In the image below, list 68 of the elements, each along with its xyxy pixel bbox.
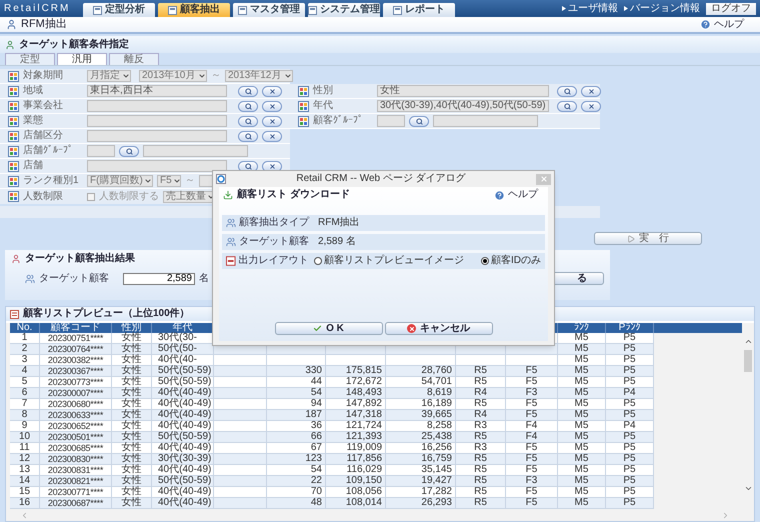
condition-tab[interactable]: 離反 (109, 53, 159, 65)
field-label: 店舗ｸﾞﾙｰﾌﾟ (23, 146, 74, 156)
condition-tab[interactable]: 定型 (5, 53, 55, 65)
table-cell: M5 (558, 498, 606, 509)
dialog-title: Retail CRM -- Web ページ ダイアログ (295, 174, 467, 184)
field-label: 性別 (313, 86, 334, 96)
text-field[interactable]: 東日本,西日本 (87, 85, 227, 97)
field-value: 2,589 名 (318, 237, 356, 247)
count-field[interactable]: 2,589 (123, 272, 195, 284)
nav-tab[interactable]: レポート (383, 3, 455, 17)
ok-button[interactable]: O K (274, 322, 382, 335)
select-field[interactable]: 月指定 (87, 70, 131, 82)
app-logo: RetailCRM (3, 2, 72, 16)
field-label: ターゲット顧客 (239, 237, 310, 247)
section-title: ターゲット顧客抽出結果 (25, 254, 135, 264)
field-label: ランク種別1 (23, 176, 80, 186)
select-field[interactable]: 売上数量 (163, 190, 213, 202)
field-label: 顧客抽出タイプ (239, 218, 310, 228)
condition-tab[interactable]: 汎用 (57, 53, 107, 65)
nav-tab[interactable]: 顧客抽出 (158, 3, 230, 17)
page-title: RFM抽出 (21, 19, 67, 30)
dialog-heading: 顧客リスト ダウンロード (237, 190, 350, 200)
nav-tab[interactable]: マスタ管理 (233, 3, 305, 17)
header-link[interactable]: ユーザ情報 (568, 4, 618, 14)
table-cell: 26,293 (386, 498, 456, 509)
radio-label: 顧客IDのみ (491, 256, 541, 266)
tilde-text: ～ (211, 71, 221, 81)
table-cell: 108,014 (326, 498, 386, 509)
table-cell: 48 (267, 498, 326, 509)
help-link[interactable]: ヘルプ (714, 20, 744, 30)
run-button[interactable]: 実 行 (594, 232, 702, 245)
logout-button[interactable]: ログオフ (706, 2, 756, 14)
radio-label: 顧客リストプレビューイメージ (324, 256, 464, 266)
table-cell: 女性 (112, 498, 152, 509)
field-label: 事業会社 (23, 101, 64, 111)
text-field[interactable]: 女性 (377, 85, 549, 97)
select-field[interactable]: F(購買回数) (87, 175, 153, 187)
field-label: 対象期間 (23, 71, 64, 81)
unit-text: 名 (199, 274, 209, 284)
field-label: 業態 (23, 116, 44, 126)
field-label: 店舗 (23, 161, 44, 171)
section-title: 顧客リストプレビュー（上位100件） (23, 309, 190, 319)
tilde-text: ～ (185, 176, 195, 186)
help-link[interactable]: ヘルプ (508, 190, 538, 200)
table-cell: F5 (506, 498, 558, 509)
field-label: 出力レイアウト (238, 256, 310, 266)
table-cell: 202300687**** (40, 498, 112, 509)
table-cell: 40代(40-49) (152, 498, 214, 509)
field-label: 店舗区分 (23, 131, 64, 141)
section-title: ターゲット顧客条件指定 (19, 40, 129, 50)
field-label: 年代 (313, 101, 334, 111)
field-label: 地域 (23, 86, 44, 96)
field-label: ターゲット顧客 (39, 274, 110, 284)
table-cell: R5 (456, 498, 506, 509)
nav-tab[interactable]: システム管理 (308, 3, 380, 17)
checkbox-label: 人数制限する (99, 192, 159, 202)
nav-tab[interactable]: 定型分析 (83, 3, 155, 17)
field-label: 顧客ｸﾞﾙｰﾌﾟ (313, 116, 364, 126)
select-field[interactable]: F5 (157, 175, 181, 187)
select-field[interactable]: 2013年10月 (139, 70, 207, 82)
field-value: RFM抽出 (318, 218, 360, 228)
text-field[interactable]: 30代(30-39),40代(40-49),50代(50-59) (377, 100, 549, 112)
field-label: 人数制限 (23, 192, 64, 202)
header-link[interactable]: バージョン情報 (630, 4, 700, 14)
select-field[interactable]: 2013年12月 (225, 70, 293, 82)
table-cell: P5 (606, 498, 654, 509)
table-cell: 16 (10, 498, 40, 509)
cancel-button[interactable]: キャンセル (384, 322, 492, 335)
